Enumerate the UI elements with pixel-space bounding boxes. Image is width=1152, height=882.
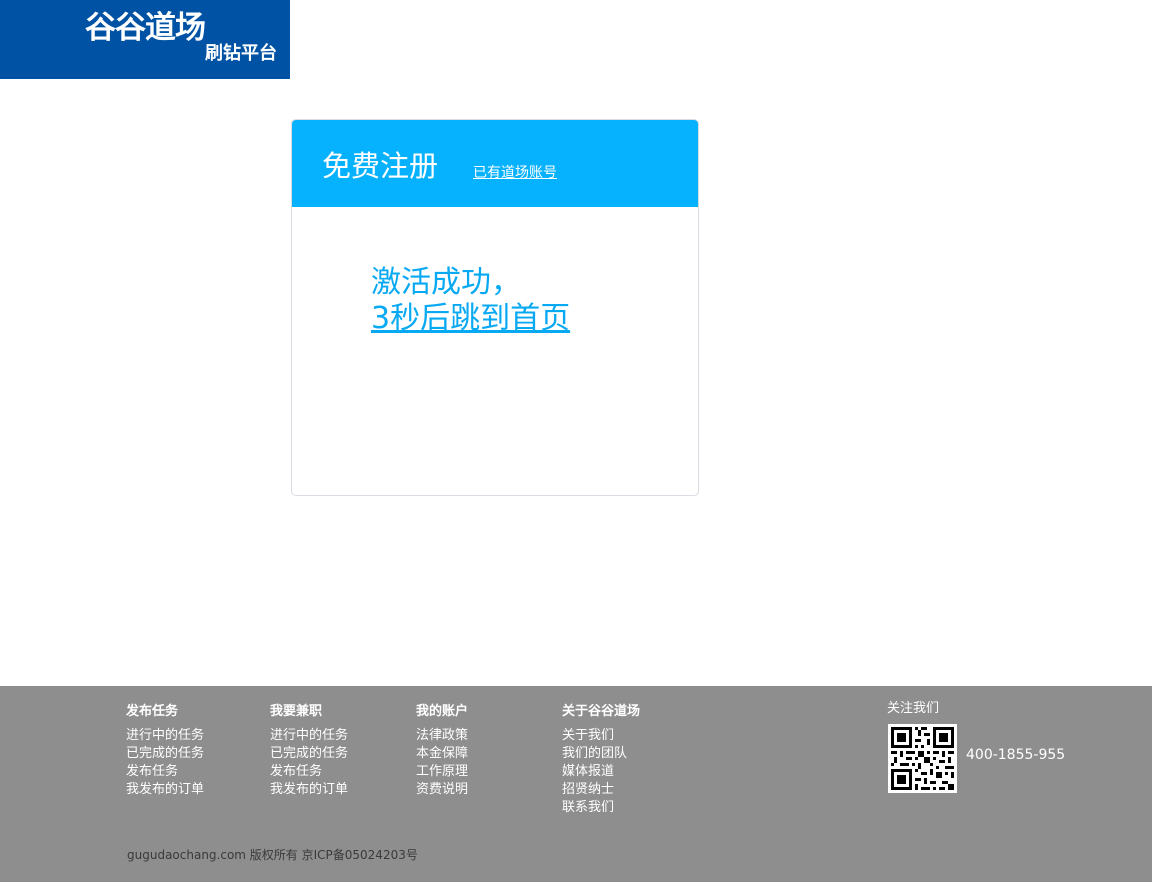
footer-link[interactable]: 法律政策 xyxy=(416,727,468,745)
footer-link[interactable]: 进行中的任务 xyxy=(270,727,348,745)
footer: 发布任务 进行中的任务 已完成的任务 发布任务 我发布的订单 我要兼职 进行中的… xyxy=(0,686,1152,882)
footer-link[interactable]: 我发布的订单 xyxy=(126,781,204,799)
footer-column-parttime: 我要兼职 进行中的任务 已完成的任务 发布任务 我发布的订单 xyxy=(270,703,348,799)
follow-us-label: 关注我们 xyxy=(887,701,940,716)
footer-column-heading: 我的账户 xyxy=(416,704,469,719)
footer-link[interactable]: 媒体报道 xyxy=(562,763,640,781)
footer-link[interactable]: 已完成的任务 xyxy=(270,745,348,763)
footer-link[interactable]: 招贤纳士 xyxy=(562,781,640,799)
copyright-text: gugudaochang.com 版权所有 京ICP备05024203号 xyxy=(127,848,418,862)
redirect-home-link[interactable]: 3秒后跳到首页 xyxy=(371,301,570,337)
site-logo[interactable]: 谷谷道场 刷钻平台 xyxy=(0,0,290,79)
register-card: 免费注册 已有道场账号 激活成功， 3秒后跳到首页 xyxy=(291,119,699,496)
card-title: 免费注册 xyxy=(322,149,439,183)
footer-column-heading: 我要兼职 xyxy=(270,704,323,719)
footer-link[interactable]: 工作原理 xyxy=(416,763,468,781)
footer-link[interactable]: 已完成的任务 xyxy=(126,745,204,763)
footer-column-heading: 关于谷谷道场 xyxy=(562,704,641,719)
page: 谷谷道场 刷钻平台 免费注册 已有道场账号 激活成功， 3秒后跳到首页 发布任务… xyxy=(0,0,1152,882)
footer-link[interactable]: 关于我们 xyxy=(562,727,640,745)
existing-account-link[interactable]: 已有道场账号 xyxy=(473,164,557,182)
footer-link[interactable]: 我发布的订单 xyxy=(270,781,348,799)
footer-column-about: 关于谷谷道场 关于我们 我们的团队 媒体报道 招贤纳士 联系我们 xyxy=(562,703,640,817)
footer-link[interactable]: 本金保障 xyxy=(416,745,468,763)
footer-column-account: 我的账户 法律政策 本金保障 工作原理 资费说明 xyxy=(416,703,468,799)
footer-column-heading: 发布任务 xyxy=(126,704,179,719)
footer-link[interactable]: 资费说明 xyxy=(416,781,468,799)
qr-code-icon xyxy=(888,724,957,793)
activation-success-message: 激活成功， xyxy=(371,265,521,300)
footer-link[interactable]: 联系我们 xyxy=(562,799,640,817)
logo-sub-text: 刷钻平台 xyxy=(205,43,277,64)
footer-link[interactable]: 我们的团队 xyxy=(562,745,640,763)
contact-phone: 400-1855-955 xyxy=(966,747,1066,763)
logo-brand-text: 谷谷道场 xyxy=(85,10,206,46)
footer-link[interactable]: 发布任务 xyxy=(270,763,348,781)
footer-column-publish: 发布任务 进行中的任务 已完成的任务 发布任务 我发布的订单 xyxy=(126,703,204,799)
footer-link[interactable]: 进行中的任务 xyxy=(126,727,204,745)
footer-link[interactable]: 发布任务 xyxy=(126,763,204,781)
card-header: 免费注册 已有道场账号 xyxy=(292,120,698,207)
